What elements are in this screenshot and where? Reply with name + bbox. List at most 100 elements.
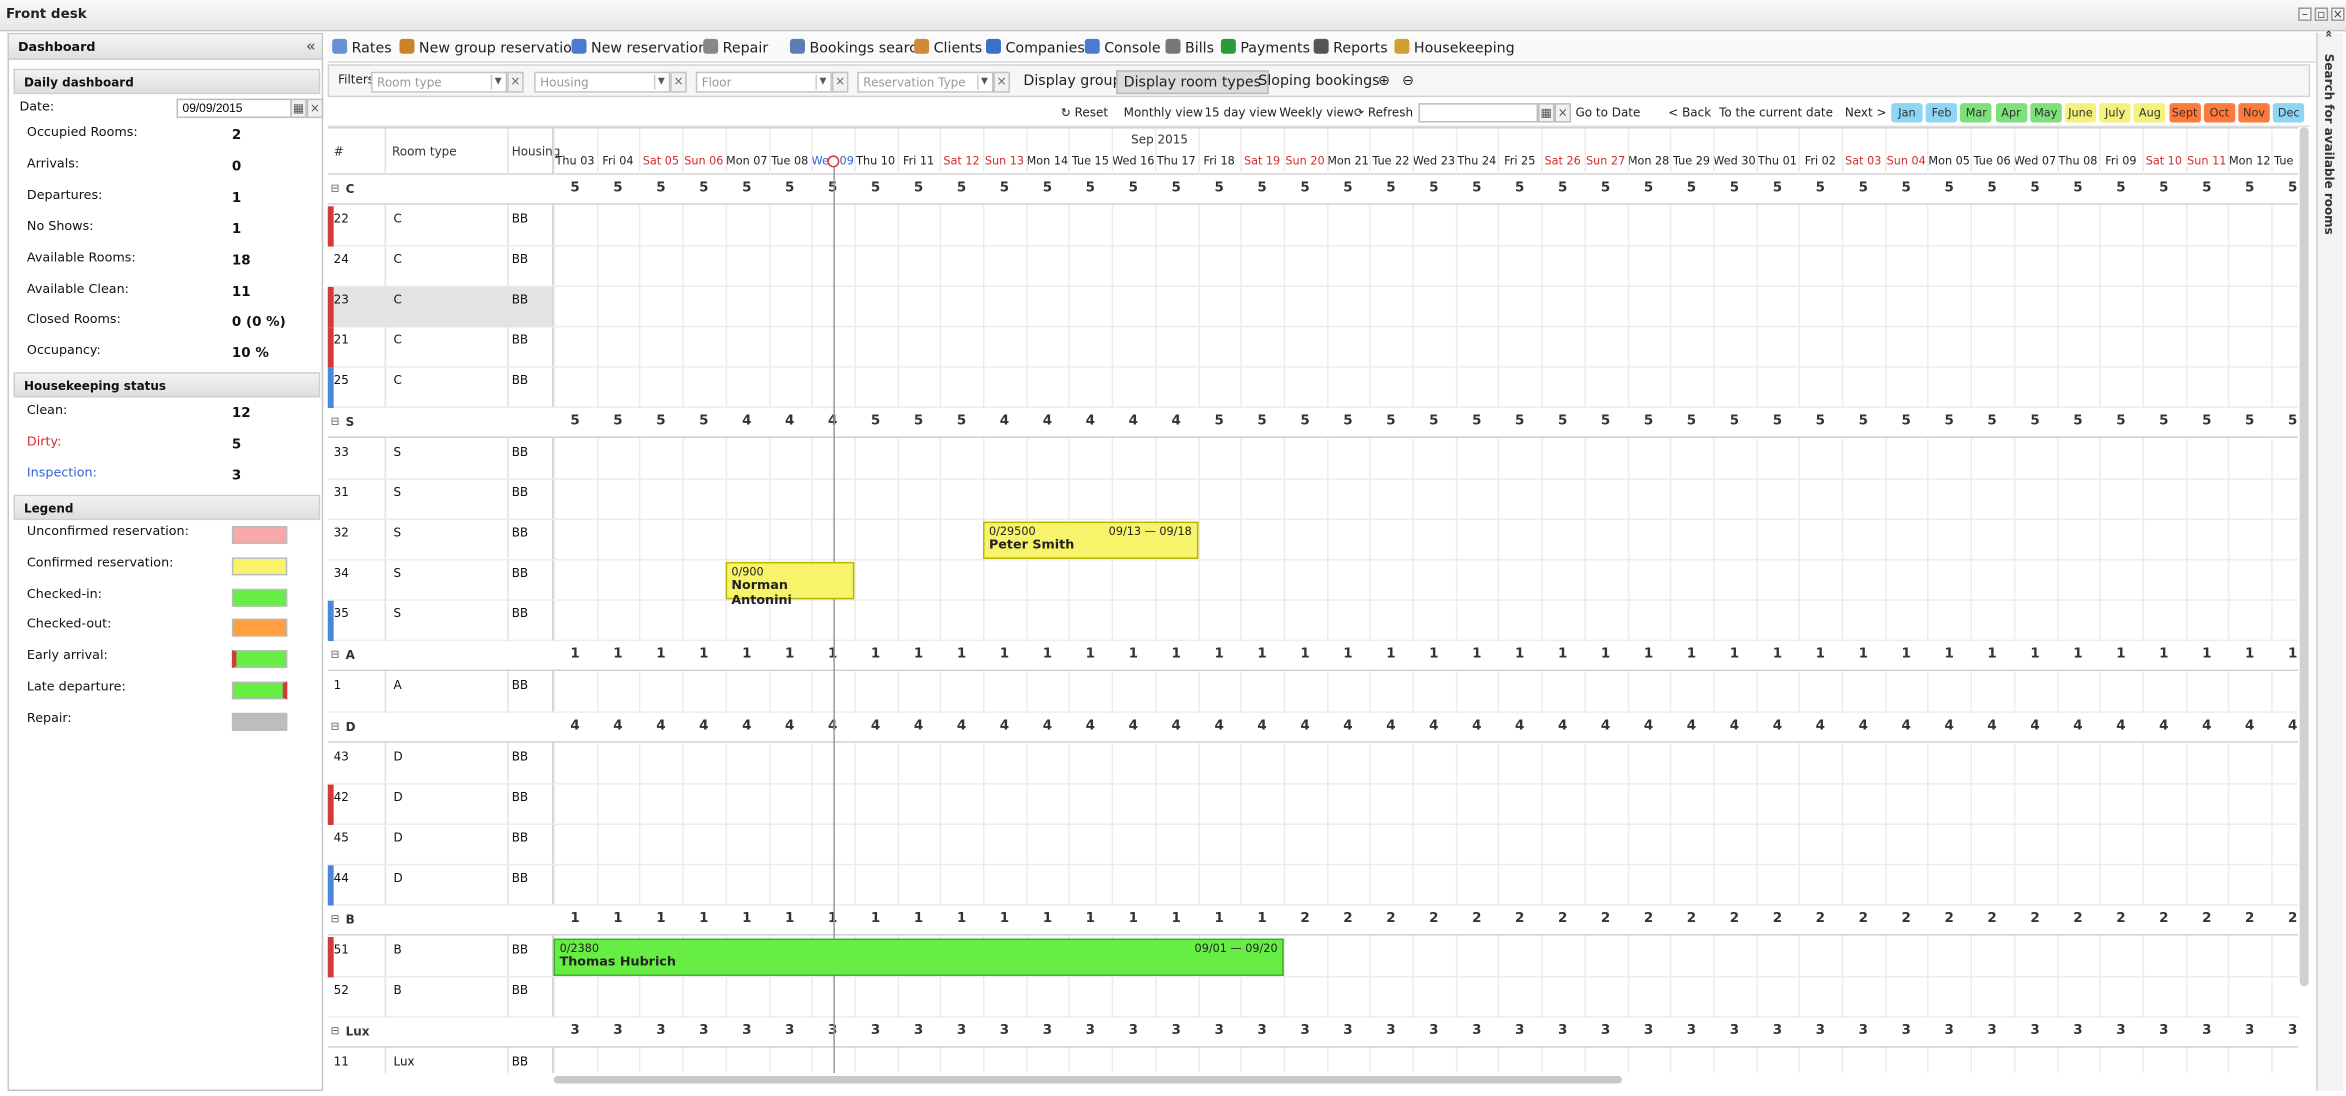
next-button[interactable]: Next > bbox=[1845, 106, 1887, 119]
monthly-view-button[interactable]: Monthly view bbox=[1124, 106, 1203, 119]
room-row[interactable]: 24 C BB bbox=[327, 247, 2299, 287]
reset-button[interactable]: ↻ Reset bbox=[1061, 106, 1108, 119]
toolbar-new-group-reservation-button[interactable]: New group reservation bbox=[399, 38, 581, 57]
toolbar-reports-button[interactable]: Reports bbox=[1313, 38, 1388, 57]
zoom-in-icon[interactable]: ⊕ bbox=[1372, 70, 1396, 94]
expand-group-icon[interactable]: ⊟ bbox=[331, 913, 340, 925]
month-sept-button[interactable]: Sept bbox=[2168, 103, 2201, 123]
back-button[interactable]: < Back bbox=[1668, 106, 1711, 119]
available-rooms-panel[interactable]: « Search for available rooms bbox=[2316, 30, 2344, 1091]
month-dec-button[interactable]: Dec bbox=[2273, 103, 2305, 123]
expand-group-icon[interactable]: ⊟ bbox=[331, 649, 340, 661]
room-row[interactable]: 43 D BB bbox=[327, 744, 2299, 785]
15-day-view-button[interactable]: 15 day view bbox=[1204, 106, 1276, 119]
weekly-view-button[interactable]: Weekly view bbox=[1279, 106, 1354, 119]
calendar-icon[interactable]: ▦ bbox=[1538, 103, 1555, 123]
expand-group-icon[interactable]: ⊟ bbox=[331, 182, 340, 194]
reservation-peter-smith[interactable]: 0/29500 09/13 — 09/18 Peter Smith bbox=[983, 521, 1198, 559]
month-oct-button[interactable]: Oct bbox=[2203, 103, 2236, 123]
toolbar-repair-button[interactable]: Repair bbox=[703, 38, 768, 57]
room-row[interactable]: 42 D BB bbox=[327, 784, 2299, 825]
display-group-button[interactable]: Display group bbox=[1017, 70, 1127, 94]
sloping-bookings-button[interactable]: Sloping bookings bbox=[1252, 70, 1385, 94]
vertical-scrollbar[interactable] bbox=[2299, 127, 2309, 987]
chevron-down-icon[interactable]: ▼ bbox=[653, 74, 667, 90]
room-row[interactable]: 45 D BB bbox=[327, 825, 2299, 866]
room-row[interactable]: 25 C BB bbox=[327, 367, 2299, 408]
toolbar-bookings-search-button[interactable]: Bookings search bbox=[789, 38, 926, 57]
availability-count: 3 bbox=[1300, 1023, 1310, 1039]
chevron-down-icon[interactable]: ▼ bbox=[490, 74, 504, 90]
month-june-button[interactable]: June bbox=[2064, 103, 2097, 123]
clear-room-type-icon[interactable]: × bbox=[507, 71, 524, 93]
display-room-types-button[interactable]: Display room types bbox=[1116, 70, 1269, 95]
calendar-icon[interactable]: ▦ bbox=[290, 98, 307, 119]
day-header: Sat 26 bbox=[1544, 153, 1581, 168]
room-row[interactable]: 44 D BB bbox=[327, 865, 2299, 906]
month-july-button[interactable]: July bbox=[2099, 103, 2131, 123]
room-row[interactable]: 11 Lux BB bbox=[328, 1049, 2298, 1073]
reservation-thomas-hubrich[interactable]: 0/2380 09/01 — 09/20 Thomas Hubrich bbox=[553, 938, 1284, 976]
collapse-left-icon[interactable]: « bbox=[306, 39, 316, 55]
room-type-filter[interactable]: Room type ▼ bbox=[371, 71, 508, 93]
restore-icon[interactable]: ▫ bbox=[2314, 7, 2329, 21]
toolbar-housekeeping-button[interactable]: Housekeeping bbox=[1394, 38, 1515, 57]
toolbar-bills-button[interactable]: Bills bbox=[1165, 38, 1214, 57]
toolbar-new-reservation-button[interactable]: New reservation bbox=[571, 38, 707, 57]
clear-date-icon[interactable]: × bbox=[306, 98, 324, 119]
month-jan-button[interactable]: Jan bbox=[1891, 103, 1923, 123]
room-row[interactable]: 31 S BB bbox=[327, 480, 2299, 521]
toolbar-clients-button[interactable]: Clients bbox=[914, 38, 982, 57]
availability-count: 5 bbox=[1901, 180, 1911, 196]
clear-floor-icon[interactable]: × bbox=[831, 71, 849, 93]
room-row[interactable]: 21 C BB bbox=[327, 327, 2299, 368]
expand-right-icon[interactable]: « bbox=[2322, 30, 2335, 38]
horizontal-scrollbar[interactable] bbox=[553, 1076, 1622, 1084]
chevron-down-icon[interactable]: ▼ bbox=[815, 74, 828, 90]
expand-group-icon[interactable]: ⊟ bbox=[331, 1025, 340, 1037]
room-housing: BB bbox=[511, 445, 529, 459]
close-icon[interactable]: × bbox=[2331, 7, 2345, 21]
reservation-norman-antonini[interactable]: 0/900 Norman Antonini bbox=[725, 561, 855, 608]
toolbar-console-button[interactable]: Console bbox=[1084, 38, 1161, 57]
month-mar-button[interactable]: Mar bbox=[1960, 103, 1993, 123]
room-row[interactable]: 32 S BB bbox=[327, 520, 2299, 561]
availability-count: 4 bbox=[999, 718, 1010, 734]
month-apr-button[interactable]: Apr bbox=[1995, 103, 2027, 123]
room-row[interactable]: 22 C BB bbox=[327, 206, 2299, 247]
availability-count: 1 bbox=[870, 911, 881, 927]
toolbar-payments-button[interactable]: Payments bbox=[1220, 38, 1310, 57]
room-row[interactable]: 35 S BB bbox=[327, 600, 2299, 642]
expand-group-icon[interactable]: ⊟ bbox=[331, 415, 340, 427]
go-to-date-button[interactable]: Go to Date bbox=[1575, 106, 1640, 119]
toolbar-companies-button[interactable]: Companies bbox=[985, 38, 1085, 57]
minimize-icon[interactable]: – bbox=[2298, 7, 2312, 21]
goto-date-field[interactable] bbox=[1418, 103, 1539, 123]
clear-housing-icon[interactable]: × bbox=[670, 71, 687, 93]
zoom-out-icon[interactable]: ⊖ bbox=[1396, 70, 1420, 94]
date-field[interactable] bbox=[176, 98, 292, 119]
month-feb-button[interactable]: Feb bbox=[1925, 103, 1958, 123]
floor-filter[interactable]: Floor ▼ bbox=[695, 71, 832, 93]
availability-count: 5 bbox=[785, 180, 795, 196]
room-row[interactable]: 52 B BB bbox=[327, 977, 2299, 1018]
current-date-button[interactable]: To the current date bbox=[1719, 106, 1833, 119]
month-may-button[interactable]: May bbox=[2030, 103, 2062, 123]
chevron-down-icon[interactable]: ▼ bbox=[977, 74, 990, 90]
month-aug-button[interactable]: Aug bbox=[2134, 103, 2166, 123]
room-row[interactable]: 34 S BB bbox=[327, 560, 2299, 601]
toolbar-rates-button[interactable]: Rates bbox=[332, 38, 392, 57]
refresh-button[interactable]: ⟳ Refresh bbox=[1354, 106, 1413, 119]
room-row[interactable]: 33 S BB bbox=[327, 439, 2299, 480]
availability-count: 1 bbox=[613, 647, 623, 663]
legend-swatch bbox=[231, 588, 288, 607]
clear-goto-date-icon[interactable]: × bbox=[1554, 103, 1572, 123]
availability-count: 1 bbox=[699, 647, 709, 663]
housing-filter[interactable]: Housing ▼ bbox=[534, 71, 671, 93]
room-row[interactable]: 23 C BB bbox=[327, 286, 2299, 328]
reservation-type-filter[interactable]: Reservation Type ▼ bbox=[857, 71, 994, 93]
clear-reservation-type-icon[interactable]: × bbox=[993, 71, 1010, 93]
room-row[interactable]: 1 A BB bbox=[327, 673, 2299, 713]
month-nov-button[interactable]: Nov bbox=[2238, 103, 2270, 123]
expand-group-icon[interactable]: ⊟ bbox=[331, 720, 340, 732]
